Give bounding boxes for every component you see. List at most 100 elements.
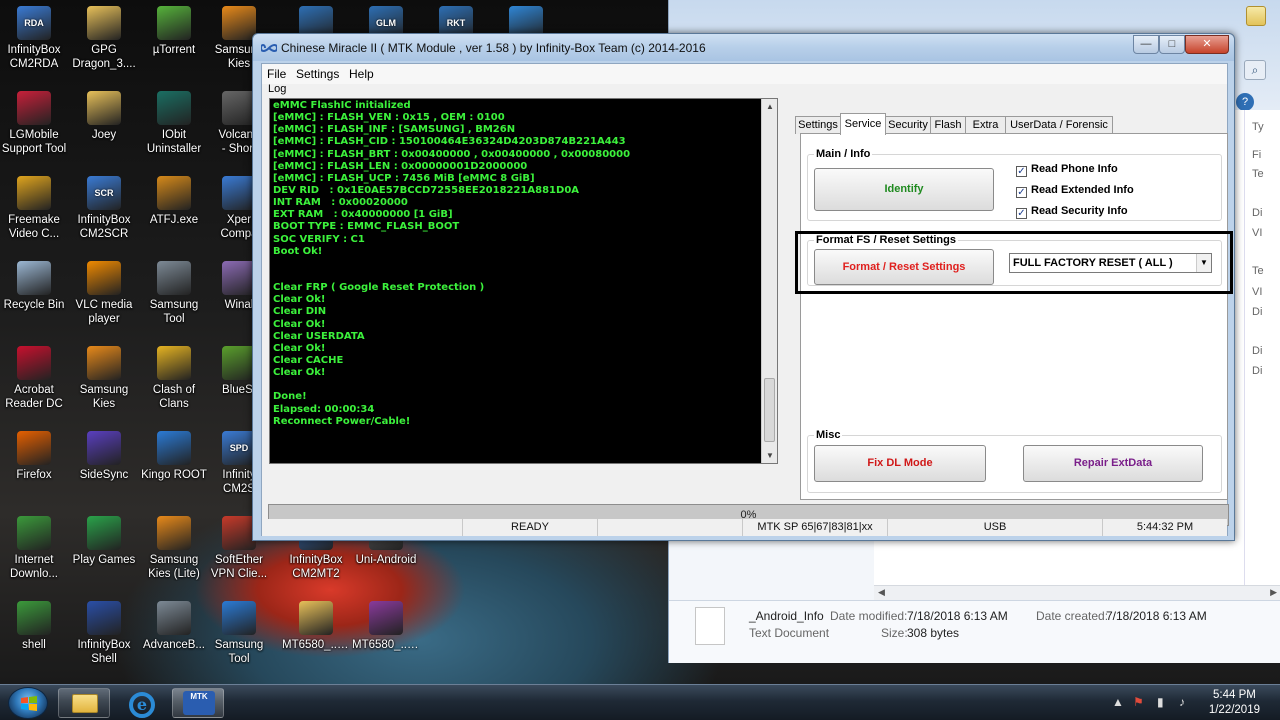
log-console[interactable]: eMMC FlashIC initialized [eMMC] : FLASH_V… (269, 98, 778, 464)
desktop-shortcut[interactable]: Kingo ROOT (140, 431, 208, 482)
maximize-button[interactable]: □ (1159, 35, 1185, 54)
shortcut-tag (17, 431, 51, 465)
desktop-shortcut[interactable]: InfinityBox Shell (70, 601, 138, 666)
desktop-shortcut[interactable]: Samsung Tool (140, 261, 208, 326)
desktop-shortcut[interactable]: Freemake Video C... (0, 176, 68, 241)
log-line: Done! (273, 391, 307, 403)
start-button[interactable] (8, 687, 48, 719)
window-titlebar[interactable]: Chinese Miracle II ( MTK Module , ver 1.… (253, 34, 1234, 61)
taskbar-clock[interactable]: 5:44 PM 1/22/2019 (1209, 688, 1260, 718)
scroll-right-icon[interactable]: ▶ (1270, 587, 1277, 598)
shortcut-tag (17, 176, 51, 210)
desktop-shortcut-label: µTorrent (152, 44, 196, 56)
desktop-shortcut[interactable]: IObit Uninstaller (140, 91, 208, 156)
taskbar-explorer[interactable] (58, 688, 110, 718)
desktop-shortcut[interactable]: VLC media player (70, 261, 138, 326)
group-main-info: Main / Info Identify ✓ Read Phone Info ✓ R… (807, 148, 1222, 221)
desktop-shortcut[interactable]: SCR InfinityBox CM2SCR (70, 176, 138, 241)
checkbox-check-icon[interactable]: ✓ (1016, 187, 1027, 198)
explorer-close-icon[interactable] (1246, 6, 1266, 26)
app-shortcut-icon (299, 601, 333, 635)
log-line: [eMMC] : FLASH_CID : 150100464E36324D420… (273, 136, 626, 148)
app-shortcut-icon (87, 6, 121, 40)
details-file-name: _Android_Info (749, 609, 824, 623)
desktop-shortcut[interactable]: Firefox (0, 431, 68, 482)
desktop-shortcut[interactable]: shell (0, 601, 68, 652)
minimize-button[interactable]: — (1133, 35, 1159, 54)
app-shortcut-icon (222, 346, 256, 380)
desktop-shortcut[interactable]: MT6580_...B... (352, 601, 420, 652)
tab-flash[interactable]: Flash (930, 116, 966, 134)
checkbox-check-icon[interactable]: ✓ (1016, 166, 1027, 177)
fix-dl-mode-button[interactable]: Fix DL Mode (814, 445, 986, 482)
menu-file[interactable]: File (267, 67, 286, 81)
desktop-shortcut[interactable]: GPG Dragon_3.... (70, 6, 138, 71)
desktop-shortcut[interactable]: Samsung Kies (Lite) (140, 516, 208, 581)
tab-userdata-forensic[interactable]: UserData / Forensic (1005, 116, 1113, 134)
explorer-horizontal-scrollbar[interactable]: ◀ ▶ (874, 585, 1280, 601)
volume-icon[interactable]: ♪ (1179, 695, 1185, 709)
identify-button[interactable]: Identify (814, 168, 994, 211)
shortcut-tag (222, 91, 256, 125)
fix-dl-mode-label: Fix DL Mode (867, 457, 933, 469)
desktop-shortcut[interactable]: SideSync (70, 431, 138, 482)
scroll-left-icon[interactable]: ◀ (878, 587, 885, 598)
log-scrollbar[interactable]: ▲ ▼ (761, 99, 777, 463)
desktop-shortcut[interactable]: LGMobile Support Tool (0, 91, 68, 156)
desktop-shortcut[interactable]: ATFJ.exe (140, 176, 208, 227)
tab-service[interactable]: Service (840, 113, 886, 135)
network-icon[interactable]: ⚑ (1133, 695, 1144, 709)
desktop-shortcut[interactable]: RDA InfinityBox CM2RDA (0, 6, 68, 71)
log-line: Clear Ok! (273, 342, 326, 354)
taskbar-internet-explorer[interactable]: e (116, 688, 168, 718)
read-phone-info-checkbox[interactable]: ✓ Read Phone Info (1016, 163, 1118, 177)
desktop-shortcut[interactable]: Samsung Tool (205, 601, 273, 666)
desktop-shortcut[interactable]: Joey (70, 91, 138, 142)
desktop-shortcut[interactable]: Recycle Bin (0, 261, 68, 312)
desktop-shortcut[interactable]: Play Games (70, 516, 138, 567)
menu-help[interactable]: Help (349, 67, 374, 81)
desktop-shortcut[interactable]: µTorrent (140, 6, 208, 57)
app-shortcut-icon (17, 516, 51, 550)
scroll-up-icon[interactable]: ▲ (762, 102, 777, 111)
desktop-shortcut-label: Clash of Clans (152, 384, 196, 410)
repair-extdata-button[interactable]: Repair ExtData (1023, 445, 1203, 482)
shortcut-tag (87, 601, 121, 635)
desktop-shortcut-label: IObit Uninstaller (146, 129, 202, 155)
show-hidden-icons[interactable]: ▲ (1112, 695, 1124, 709)
desktop-shortcut[interactable]: AdvanceB... (140, 601, 208, 652)
desktop-shortcut-label: Samsung Kies (79, 384, 129, 410)
repair-extdata-label: Repair ExtData (1073, 457, 1153, 469)
desktop-shortcut[interactable]: MT6580_...B... (282, 601, 350, 652)
list-item: Fi (1252, 149, 1262, 161)
explorer-help-icon[interactable]: ? (1236, 93, 1254, 111)
desktop-shortcut[interactable]: Internet Downlo... (0, 516, 68, 581)
menu-settings[interactable]: Settings (296, 67, 339, 81)
app-shortcut-icon (157, 6, 191, 40)
battery-icon[interactable]: ▮ (1157, 695, 1164, 709)
tab-security[interactable]: Security (885, 116, 931, 134)
close-button[interactable]: ✕ (1185, 35, 1229, 54)
scroll-down-icon[interactable]: ▼ (762, 451, 777, 460)
explorer-search-icon[interactable]: ⌕ (1244, 60, 1266, 80)
format-reset-button[interactable]: Format / Reset Settings (814, 249, 994, 285)
tab-settings[interactable]: Settings (795, 116, 841, 134)
shortcut-tag (157, 6, 191, 40)
desktop-shortcut[interactable]: Samsung Kies (70, 346, 138, 411)
reset-mode-select[interactable]: FULL FACTORY RESET ( ALL ) ▼ (1009, 253, 1212, 273)
read-security-info-checkbox[interactable]: ✓ Read Security Info (1016, 205, 1128, 219)
log-line: EXT RAM : 0x40000000 [1 GiB] (273, 209, 453, 221)
tab-extra[interactable]: Extra (965, 116, 1006, 134)
desktop-shortcut[interactable]: Clash of Clans (140, 346, 208, 411)
log-line: Boot Ok! (273, 245, 323, 257)
shortcut-tag (87, 6, 121, 40)
shortcut-tag (157, 261, 191, 295)
checkbox-check-icon[interactable]: ✓ (1016, 208, 1027, 219)
desktop-shortcut[interactable]: Acrobat Reader DC (0, 346, 68, 411)
taskbar-cm2-mtk[interactable]: MTK (172, 688, 224, 718)
read-extended-info-checkbox[interactable]: ✓ Read Extended Info (1016, 184, 1134, 198)
log-scroll-thumb[interactable] (764, 378, 775, 442)
app-shortcut-icon (157, 431, 191, 465)
shortcut-tag (299, 601, 333, 635)
chevron-down-icon[interactable]: ▼ (1196, 254, 1211, 272)
